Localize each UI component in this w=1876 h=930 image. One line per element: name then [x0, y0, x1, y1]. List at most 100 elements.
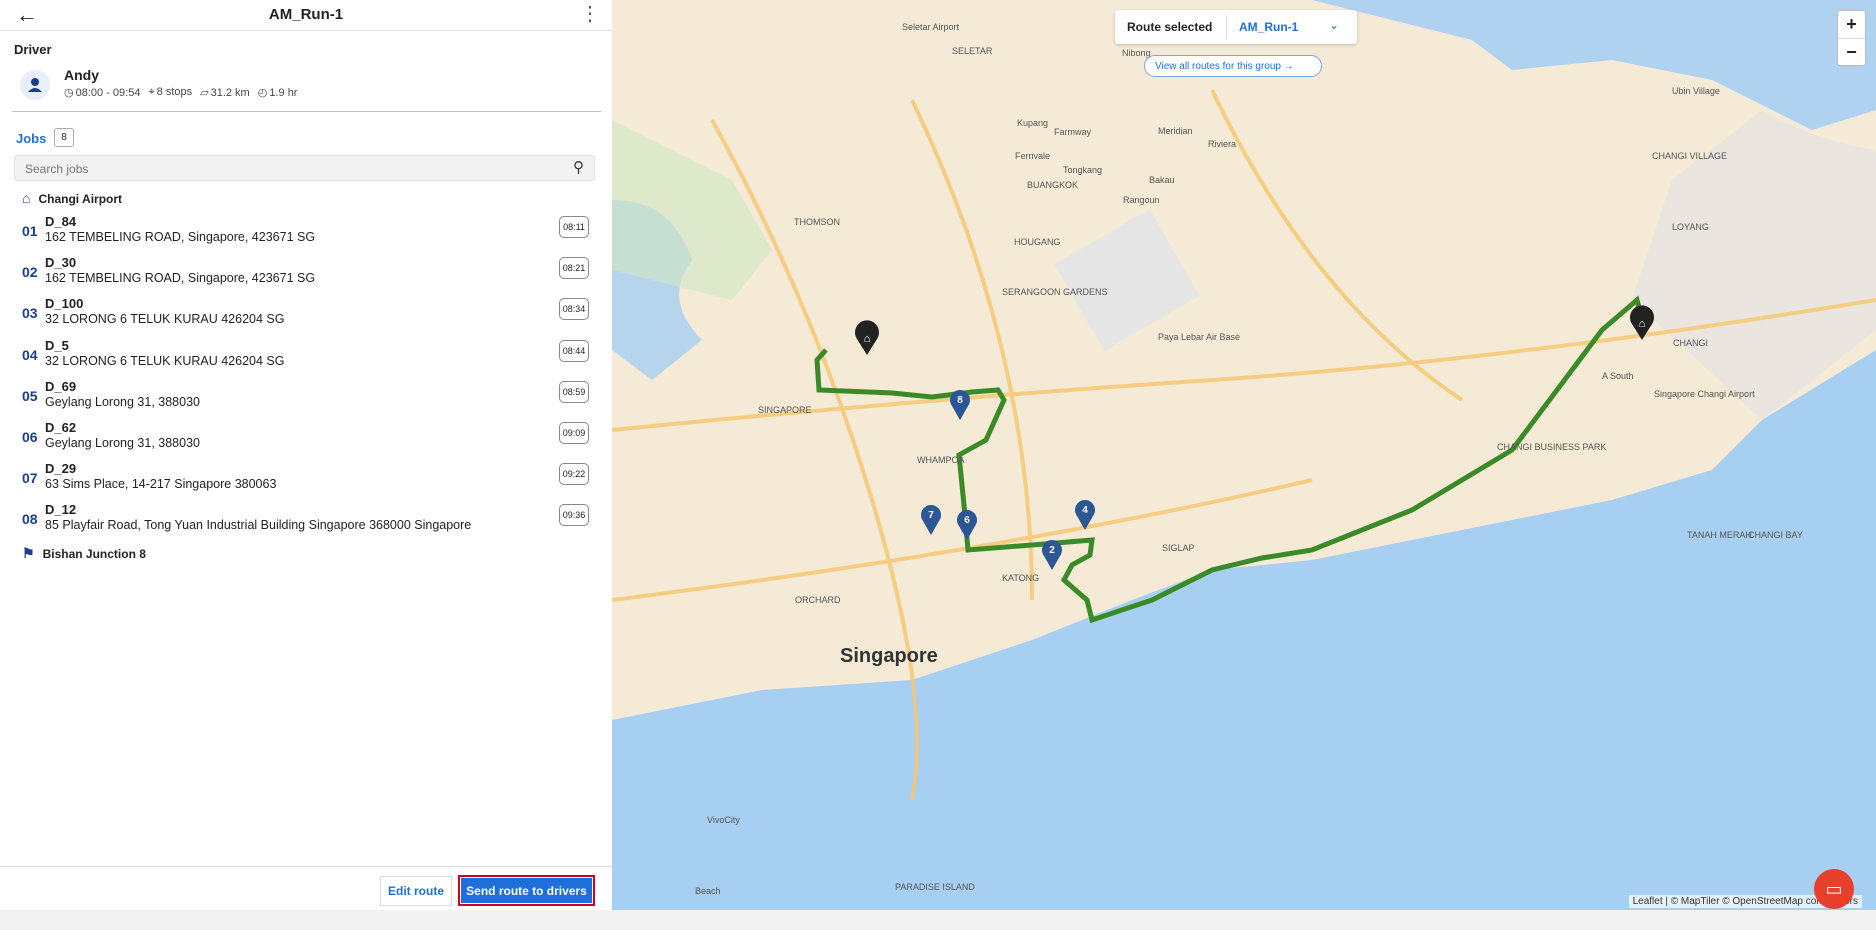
job-address: 162 TEMBELING ROAD, Singapore, 423671 SG [45, 271, 316, 286]
job-row[interactable]: 06 D_62 Geylang Lorong 31, 388030 09:09 [14, 418, 594, 458]
zoom-out-button[interactable]: − [1838, 39, 1865, 66]
map-place-label: Paya Lebar Air Base [1158, 332, 1241, 342]
map-place-label: LOYANG [1672, 222, 1709, 232]
map-place-label: THOMSON [794, 217, 840, 227]
map-place-label: BUANGKOK [1027, 180, 1079, 190]
job-address: 32 LORONG 6 TELUK KURAU 426204 SG [45, 312, 285, 327]
svg-text:⌂: ⌂ [1639, 318, 1646, 330]
driver-name: Andy [64, 67, 99, 83]
job-name: D_12 [45, 502, 77, 518]
job-name: D_69 [45, 378, 77, 394]
map-place-label: Singapore Changi Airport [1654, 389, 1755, 399]
job-name: D_5 [45, 337, 69, 353]
job-row[interactable]: 04 D_5 32 LORONG 6 TELUK KURAU 426204 SG 08… [14, 336, 594, 376]
svg-text:2: 2 [1049, 545, 1055, 556]
map-place-label: SERANGOON GARDENS [1002, 287, 1108, 297]
svg-text:7: 7 [928, 510, 934, 521]
job-address: Geylang Lorong 31, 388030 [45, 436, 200, 450]
zoom-in-button[interactable]: + [1838, 11, 1865, 39]
job-row[interactable]: 01 D_84 162 TEMBELING ROAD, Singapore, 423… [14, 212, 594, 252]
map-place-label: Meridian [1158, 126, 1193, 136]
job-time-badge: 09:09 [559, 422, 589, 444]
driver-duration: 1.9 hr [269, 87, 298, 99]
map-place-label: Riviera [1208, 139, 1237, 149]
job-time-badge: 09:36 [559, 504, 589, 527]
map-place-label: Tongkang [1063, 165, 1103, 175]
more-options-icon[interactable]: ⋮ [580, 2, 600, 26]
send-route-button[interactable]: Send route to drivers [458, 875, 595, 906]
driver-section-label: Driver [14, 42, 52, 57]
start-location[interactable]: ⌂ Changi Airport [22, 190, 122, 206]
map-place-label: CHANGI [1673, 338, 1709, 348]
map-place-label: WHAMPOA [917, 455, 965, 465]
chat-icon[interactable]: ▭ [1814, 869, 1854, 909]
jobs-label: Jobs [16, 131, 47, 146]
chevron-down-icon[interactable]: ⌄ [1329, 18, 1339, 32]
map-place-label: ORCHARD [795, 595, 841, 605]
location-pin-icon: ⌖ [148, 86, 155, 98]
search-box: ⚲ [14, 155, 595, 182]
divider [12, 111, 601, 112]
job-name: D_84 [45, 214, 77, 229]
map-place-label: TANAH MERAH [1687, 530, 1752, 540]
job-name: D_30 [45, 255, 77, 271]
job-number: 06 [22, 429, 38, 445]
home-icon: ⌂ [22, 190, 31, 206]
svg-text:8: 8 [957, 395, 963, 406]
end-location-label: Bishan Junction 8 [42, 547, 146, 561]
svg-text:⌂: ⌂ [864, 333, 871, 345]
zoom-control: + − [1837, 10, 1866, 66]
job-row[interactable]: 07 D_29 63 Sims Place, 14-217 Singapore 38… [14, 459, 594, 499]
driver-avatar [20, 70, 50, 100]
driver-stops: 8 stops [156, 86, 193, 98]
flag-icon: ⚑ [22, 545, 35, 561]
map-place-label: A South [1602, 371, 1634, 381]
map-place-label: Rangoun [1123, 195, 1160, 205]
job-number: 04 [22, 346, 38, 363]
job-address: 85 Playfair Road, Tong Yuan Industrial B… [45, 518, 472, 533]
job-number: 01 [22, 223, 38, 239]
job-number: 08 [22, 511, 38, 528]
clock-icon: ◷ [64, 87, 74, 99]
job-row[interactable]: 02 D_30 162 TEMBELING ROAD, Singapore, 423… [14, 253, 594, 293]
driver-meta: ◷ 08:00 - 09:54 ⌖ 8 stops ▱ 31.2 km ◴ 1.9 hr [64, 86, 297, 99]
map-place-label: Kupang [1017, 118, 1049, 128]
job-address: 32 LORONG 6 TELUK KURAU 426204 SG [45, 353, 285, 368]
search-icon[interactable]: ⚲ [573, 158, 584, 176]
route-selected-label: Route selected [1127, 20, 1213, 34]
panel-header: ← AM_Run-1 ⋮ [0, 0, 612, 31]
map-place-label: HOUGANG [1014, 237, 1061, 247]
map-view[interactable]: 2 4 6 7 8 ⌂ ⌂ Singapore Seletar Airport S… [612, 0, 1876, 910]
job-number: 02 [22, 264, 38, 281]
route-selector[interactable]: Route selected AM_Run-1 ⌄ [1115, 10, 1357, 44]
map-place-label: SIGLAP [1162, 543, 1195, 553]
map-canvas[interactable]: 2 4 6 7 8 ⌂ ⌂ [612, 0, 1876, 910]
job-row[interactable]: 05 D_69 Geylang Lorong 31, 388030 08:59 [14, 377, 594, 417]
route-selected-value: AM_Run-1 [1239, 20, 1299, 34]
map-place-label: Beach [695, 886, 721, 896]
map-place-label: CHANGI VILLAGE [1652, 151, 1728, 161]
driver-time-range: 08:00 - 09:54 [75, 87, 141, 99]
view-all-routes-button[interactable]: View all routes for this group → [1144, 55, 1322, 77]
route-panel: ← AM_Run-1 ⋮ Driver Andy ◷ 08:00 - 09:54 … [0, 0, 613, 910]
job-time-badge: 08:11 [559, 216, 589, 238]
map-place-label: Ubin Village [1672, 86, 1720, 96]
map-place-label: Bakau [1149, 175, 1175, 185]
map-place-label: VivoCity [707, 815, 740, 825]
job-row[interactable]: 03 D_100 32 LORONG 6 TELUK KURAU 426204 SG… [14, 294, 594, 334]
jobs-count-badge: 8 [54, 128, 74, 147]
job-time-badge: 09:22 [559, 463, 589, 486]
person-icon [28, 78, 42, 92]
map-place-label: Fernvale [1015, 151, 1051, 161]
panel-footer: Edit route Send route to drivers [0, 866, 612, 911]
end-location[interactable]: ⚑ Bishan Junction 8 [22, 545, 146, 562]
edit-route-button[interactable]: Edit route [380, 876, 452, 906]
timer-icon: ◴ [257, 87, 268, 99]
view-all-routes-label: View all routes for this group [1155, 61, 1281, 72]
map-place-label: Farmway [1054, 127, 1092, 137]
search-input[interactable] [15, 156, 547, 182]
map-place-label: CHANGI BAY [1748, 530, 1803, 540]
job-number: 05 [22, 387, 38, 404]
job-row[interactable]: 08 D_12 85 Playfair Road, Tong Yuan Indust… [14, 500, 594, 540]
map-place-label: SINGAPORE [758, 405, 812, 415]
